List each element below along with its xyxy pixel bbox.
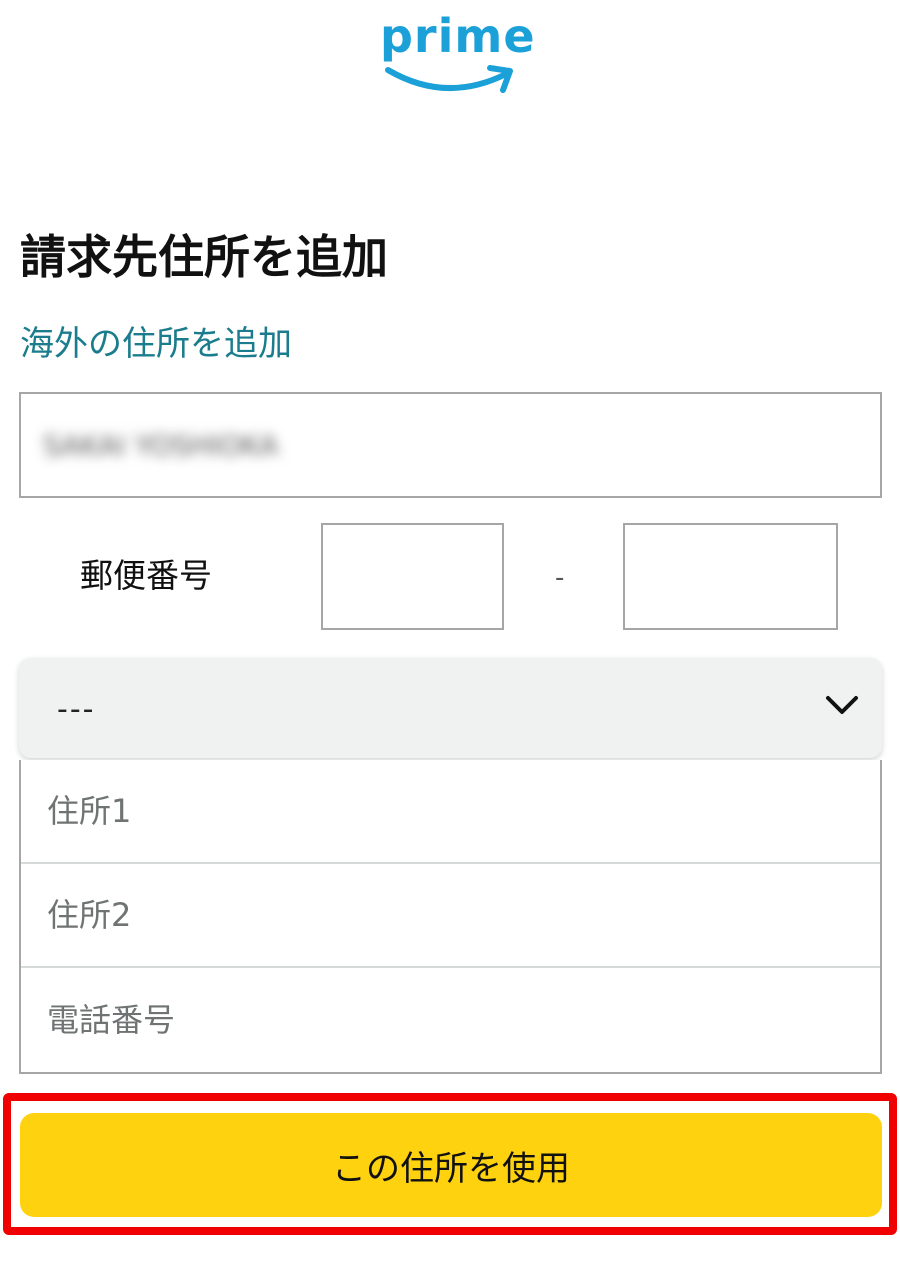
prefecture-select-value: --- xyxy=(57,692,96,727)
prefecture-select[interactable]: --- xyxy=(19,658,882,758)
prime-logo-text: prime xyxy=(380,9,536,63)
address2-row xyxy=(21,864,880,968)
prime-logo: prime xyxy=(380,8,536,98)
use-this-address-button[interactable]: この住所を使用 xyxy=(20,1113,882,1217)
address1-row xyxy=(21,760,880,864)
add-foreign-address-link[interactable]: 海外の住所を追加 xyxy=(20,320,292,368)
postal-code-part2-input[interactable] xyxy=(623,523,838,630)
page-title: 請求先住所を追加 xyxy=(20,230,388,284)
postal-code-part1-input[interactable] xyxy=(321,523,504,630)
name-value: SAKAI YOSHIOKA xyxy=(43,429,279,462)
name-field[interactable]: SAKAI YOSHIOKA xyxy=(19,392,882,498)
phone-number-input[interactable] xyxy=(21,968,880,1072)
address-fields-group xyxy=(19,760,882,1074)
chevron-down-icon xyxy=(826,696,858,714)
smile-arrow-icon xyxy=(385,65,513,93)
address1-input[interactable] xyxy=(21,760,880,862)
postal-code-label: 郵便番号 xyxy=(80,556,212,595)
phone-row xyxy=(21,968,880,1072)
postal-code-separator: - xyxy=(555,563,565,593)
address2-input[interactable] xyxy=(21,864,880,966)
